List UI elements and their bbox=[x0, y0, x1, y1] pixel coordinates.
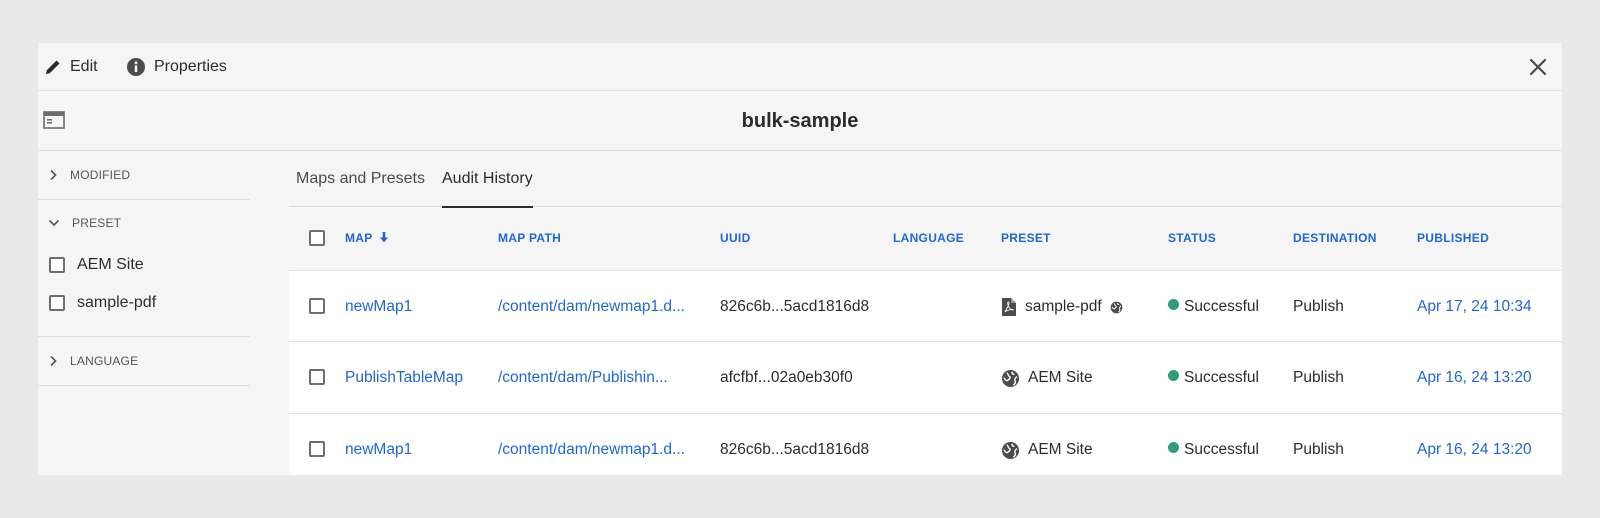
destination-cell: Publish bbox=[1293, 298, 1344, 315]
tab-audit-history[interactable]: Audit History bbox=[442, 151, 533, 208]
map-path-link[interactable]: /content/dam/newmap1.d... bbox=[498, 271, 685, 343]
properties-button[interactable]: Properties bbox=[126, 43, 227, 91]
destination-cell: Publish bbox=[1293, 369, 1344, 386]
filter-section-header[interactable]: LANGUAGE bbox=[38, 337, 250, 385]
preset-label: AEM Site bbox=[1028, 441, 1093, 458]
filter-section-modified: MODIFIED bbox=[38, 151, 250, 200]
edit-button[interactable]: Edit bbox=[44, 43, 98, 91]
column-header-language[interactable]: LANGUAGE bbox=[893, 207, 964, 270]
status-label: Successful bbox=[1184, 298, 1259, 315]
map-link[interactable]: newMap1 bbox=[345, 414, 412, 475]
close-button[interactable] bbox=[1526, 55, 1550, 79]
tab-maps-and-presets[interactable]: Maps and Presets bbox=[296, 151, 425, 207]
preset-cell: sample-pdf bbox=[1001, 271, 1123, 343]
row-checkbox[interactable] bbox=[309, 369, 325, 385]
filter-section-label: MODIFIED bbox=[70, 168, 131, 182]
status-success-dot bbox=[1168, 442, 1179, 453]
preset-cell: AEM Site bbox=[1001, 342, 1093, 414]
table-row[interactable]: newMap1 /content/dam/newmap1.d... 826c6b… bbox=[289, 414, 1562, 475]
table-header: MAP MAP PATH UUID LANGUAGE PRESET STATUS… bbox=[289, 207, 1562, 270]
column-header-published[interactable]: PUBLISHED bbox=[1417, 207, 1489, 270]
published-link[interactable]: Apr 16, 24 13:20 bbox=[1417, 342, 1532, 414]
pencil-icon bbox=[44, 58, 62, 76]
published-link[interactable]: Apr 17, 24 10:34 bbox=[1417, 271, 1532, 343]
filter-section-preset: PRESET AEM Site sample-pdf bbox=[38, 200, 250, 337]
globe-icon bbox=[1001, 369, 1020, 387]
preset-cell: AEM Site bbox=[1001, 414, 1093, 475]
column-header-map[interactable]: MAP bbox=[345, 207, 389, 270]
status-success-dot bbox=[1168, 370, 1179, 381]
column-header-map-path[interactable]: MAP PATH bbox=[498, 207, 561, 270]
map-link[interactable]: PublishTableMap bbox=[345, 342, 463, 414]
top-toolbar: Edit Properties bbox=[38, 43, 1562, 91]
row-checkbox[interactable] bbox=[309, 298, 325, 314]
status-cell: Successful bbox=[1168, 342, 1259, 414]
column-header-status[interactable]: STATUS bbox=[1168, 207, 1216, 270]
uuid-cell: 826c6b...5acd1816d8 bbox=[720, 298, 870, 315]
status-label: Successful bbox=[1184, 369, 1259, 386]
edit-label: Edit bbox=[70, 58, 98, 75]
uuid-cell: afcfbf...02a0eb30f0 bbox=[720, 369, 853, 386]
destination-cell: Publish bbox=[1293, 441, 1344, 458]
filter-section-label: LANGUAGE bbox=[70, 354, 139, 368]
status-cell: Successful bbox=[1168, 271, 1259, 343]
filter-section-header[interactable]: PRESET bbox=[38, 200, 250, 246]
filter-option-sample-pdf[interactable]: sample-pdf bbox=[38, 284, 250, 322]
select-all-checkbox[interactable] bbox=[309, 230, 325, 246]
dialog-panel: Edit Properties bulk-sample MODIFIED PRE… bbox=[38, 43, 1562, 475]
page-title: bulk-sample bbox=[741, 110, 859, 132]
column-header-preset[interactable]: PRESET bbox=[1001, 207, 1051, 270]
row-checkbox[interactable] bbox=[309, 441, 325, 457]
checkbox[interactable] bbox=[49, 295, 65, 311]
globe-icon bbox=[1001, 441, 1020, 459]
filter-option-aem-site[interactable]: AEM Site bbox=[38, 246, 250, 284]
filter-section-label: PRESET bbox=[72, 216, 122, 230]
chevron-right-icon bbox=[50, 169, 57, 181]
published-link[interactable]: Apr 16, 24 13:20 bbox=[1417, 414, 1532, 475]
map-link[interactable]: newMap1 bbox=[345, 271, 412, 343]
chevron-right-icon bbox=[50, 355, 57, 367]
main-content: Maps and Presets Audit History MAP MAP P… bbox=[289, 151, 1562, 475]
table-row[interactable]: newMap1 /content/dam/newmap1.d... 826c6b… bbox=[289, 270, 1562, 342]
title-bar: bulk-sample bbox=[38, 91, 1562, 151]
map-path-link[interactable]: /content/dam/Publishin... bbox=[498, 342, 668, 414]
checkbox[interactable] bbox=[49, 257, 65, 273]
map-path-link[interactable]: /content/dam/newmap1.d... bbox=[498, 414, 685, 475]
filter-rail: MODIFIED PRESET AEM Site sample-pdf LANG… bbox=[38, 151, 250, 475]
status-success-dot bbox=[1168, 299, 1179, 310]
tab-bar: Maps and Presets Audit History bbox=[289, 151, 1562, 208]
filter-option-label: sample-pdf bbox=[77, 294, 157, 311]
status-cell: Successful bbox=[1168, 414, 1259, 475]
properties-label: Properties bbox=[154, 58, 227, 75]
preset-label: sample-pdf bbox=[1025, 298, 1102, 315]
uuid-cell: 826c6b...5acd1816d8 bbox=[720, 441, 870, 458]
close-icon bbox=[1529, 58, 1547, 76]
pdf-icon bbox=[1002, 298, 1016, 316]
column-header-uuid[interactable]: UUID bbox=[720, 207, 751, 270]
preset-label: AEM Site bbox=[1028, 369, 1093, 386]
table-row[interactable]: PublishTableMap /content/dam/Publishin..… bbox=[289, 342, 1562, 414]
sort-descending-icon bbox=[379, 232, 388, 243]
status-label: Successful bbox=[1184, 441, 1259, 458]
info-icon bbox=[126, 57, 146, 77]
globe-icon bbox=[1110, 301, 1123, 313]
chevron-down-icon bbox=[48, 219, 60, 227]
filter-section-header[interactable]: MODIFIED bbox=[38, 151, 250, 199]
filter-section-language: LANGUAGE bbox=[38, 337, 250, 386]
column-header-destination[interactable]: DESTINATION bbox=[1293, 207, 1377, 270]
filter-option-label: AEM Site bbox=[77, 256, 144, 273]
